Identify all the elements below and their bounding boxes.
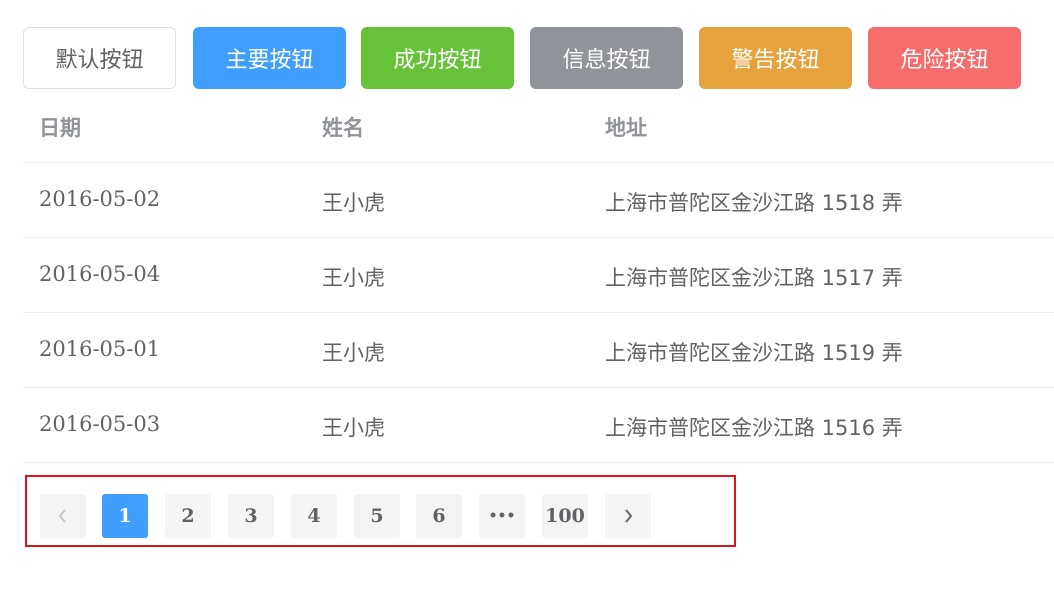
header-name[interactable]: 姓名 [322,112,364,142]
header-address[interactable]: 地址 [605,112,647,142]
table-row[interactable]: 2016-05-02 王小虎 上海市普陀区金沙江路 1518 弄 [23,163,1054,238]
table-row[interactable]: 2016-05-03 王小虎 上海市普陀区金沙江路 1516 弄 [23,388,1054,463]
table-row[interactable]: 2016-05-01 王小虎 上海市普陀区金沙江路 1519 弄 [23,313,1054,388]
page-1[interactable]: 1 [102,494,148,538]
cell-address: 上海市普陀区金沙江路 1519 弄 [605,341,903,365]
cell-name: 王小虎 [322,341,385,365]
chevron-left-icon [57,508,69,524]
page-5[interactable]: 5 [354,494,400,538]
primary-button[interactable]: 主要按钮 [193,27,346,89]
prev-page-button[interactable] [40,494,86,538]
page-4[interactable]: 4 [291,494,337,538]
next-page-button[interactable] [605,494,651,538]
cell-address: 上海市普陀区金沙江路 1516 弄 [605,416,903,440]
danger-button[interactable]: 危险按钮 [868,27,1021,89]
info-button[interactable]: 信息按钮 [530,27,683,89]
table-header: 日期 姓名 地址 [23,90,1054,163]
chevron-right-icon [622,508,634,524]
data-table: 日期 姓名 地址 2016-05-02 王小虎 上海市普陀区金沙江路 1518 … [23,90,1054,463]
table-row[interactable]: 2016-05-04 王小虎 上海市普陀区金沙江路 1517 弄 [23,238,1054,313]
warning-button[interactable]: 警告按钮 [699,27,852,89]
more-pages-button[interactable]: ••• [479,494,525,538]
cell-address: 上海市普陀区金沙江路 1517 弄 [605,266,903,290]
cell-date: 2016-05-02 [39,187,161,211]
header-date[interactable]: 日期 [39,112,81,142]
cell-date: 2016-05-03 [39,412,161,436]
page-2[interactable]: 2 [165,494,211,538]
page-100[interactable]: 100 [542,494,588,538]
cell-name: 王小虎 [322,266,385,290]
cell-name: 王小虎 [322,416,385,440]
success-button[interactable]: 成功按钮 [361,27,514,89]
default-button[interactable]: 默认按钮 [23,27,176,89]
cell-date: 2016-05-04 [39,262,161,286]
cell-date: 2016-05-01 [39,337,161,361]
page-6[interactable]: 6 [416,494,462,538]
page-3[interactable]: 3 [228,494,274,538]
cell-address: 上海市普陀区金沙江路 1518 弄 [605,191,903,215]
cell-name: 王小虎 [322,191,385,215]
